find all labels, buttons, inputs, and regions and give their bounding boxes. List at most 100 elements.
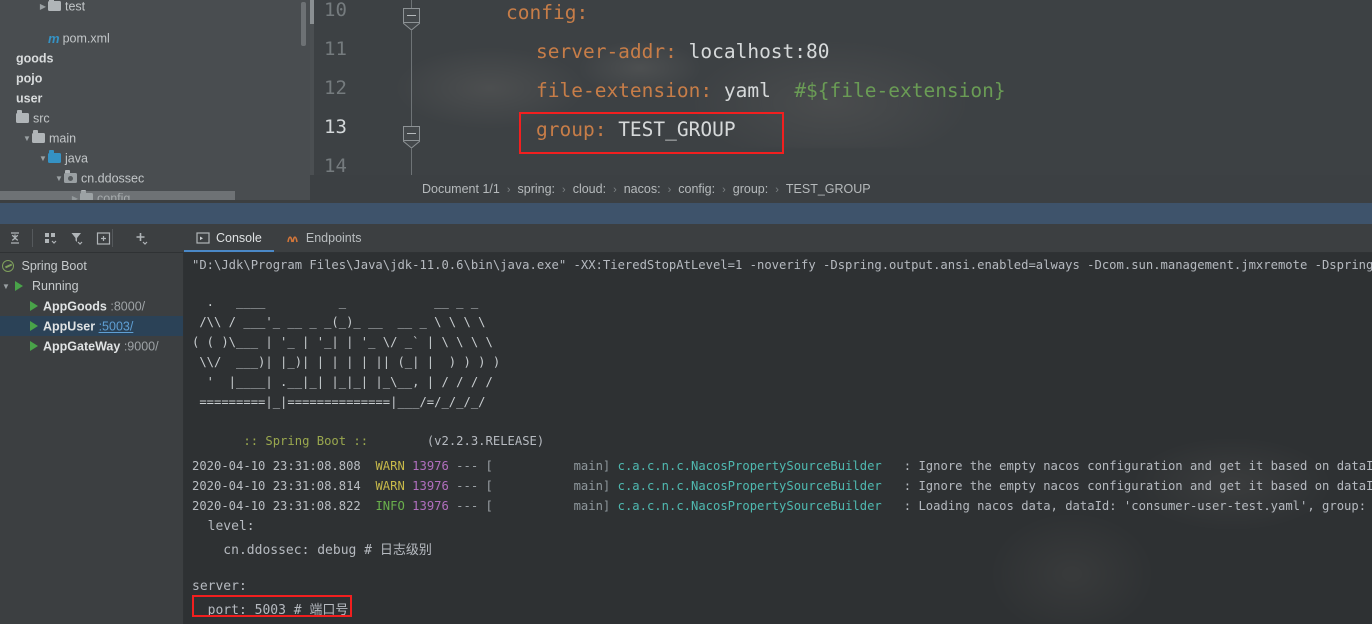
code-text: server-addr: localhost:80 bbox=[536, 40, 830, 63]
tree-item-label: test bbox=[65, 0, 86, 14]
code-line-13[interactable]: 13 group: TEST_GROUP bbox=[310, 116, 1372, 155]
tab-label: Console bbox=[216, 231, 262, 245]
tree-item-goods[interactable]: goods bbox=[6, 48, 54, 68]
group-by-icon[interactable] bbox=[38, 225, 64, 251]
chevron-down-icon[interactable]: ▼ bbox=[22, 129, 32, 149]
console-banner-footer: :: Spring Boot :: (v2.2.3.RELEASE) bbox=[192, 420, 544, 462]
services-tree[interactable]: Spring Boot ▼ Running AppGoods :8000/App… bbox=[0, 253, 183, 624]
code-line-11[interactable]: 11 server-addr: localhost:80 bbox=[310, 38, 1372, 77]
tree-item-label: main bbox=[49, 131, 77, 146]
breadcrumb-item[interactable]: nacos: bbox=[624, 182, 661, 196]
spring-boot-icon bbox=[2, 259, 14, 272]
console-background-watermark bbox=[952, 424, 1372, 624]
msg: : Ignore the empty nacos configuration a… bbox=[881, 459, 1372, 473]
yaml-output-line: server: bbox=[192, 579, 247, 594]
code-token: : bbox=[700, 79, 724, 102]
tree-item-label: pom.xml bbox=[62, 31, 110, 46]
chevron-down-icon[interactable]: ▼ bbox=[38, 149, 48, 169]
tree-item-pojo[interactable]: pojo bbox=[6, 68, 42, 88]
breadcrumb-item[interactable]: TEST_GROUP bbox=[786, 182, 871, 196]
project-tree-scrollbar[interactable] bbox=[301, 2, 306, 46]
breadcrumb[interactable]: Document 1/1 › spring: › cloud: › nacos: › confi… bbox=[422, 175, 871, 203]
thread: main] bbox=[492, 499, 611, 513]
dash: --- [ bbox=[448, 499, 493, 513]
highlight-box-port bbox=[192, 595, 352, 617]
line-number: 10 bbox=[324, 0, 347, 21]
tree-item-java[interactable]: ▼ java bbox=[38, 148, 88, 168]
tree-item-src[interactable]: src bbox=[6, 108, 50, 128]
tree-item-label: user bbox=[16, 91, 43, 106]
service-port-link: :9000/ bbox=[123, 339, 159, 354]
code-token: localhost:80 bbox=[688, 40, 830, 63]
banner-line: \\/ ___)| |_)| | | | | || (_| | ) ) ) ) bbox=[192, 355, 501, 369]
filter-icon[interactable] bbox=[64, 225, 90, 251]
breadcrumb-item[interactable]: config: bbox=[678, 182, 715, 196]
run-icon bbox=[30, 320, 38, 331]
thread: main] bbox=[492, 459, 611, 473]
services-root-label: Spring Boot bbox=[21, 259, 87, 273]
code-token: #${file-extension} bbox=[794, 79, 1006, 102]
services-group-running[interactable]: ▼ Running bbox=[0, 276, 183, 296]
level: WARN bbox=[375, 479, 405, 493]
service-name: AppUser bbox=[43, 319, 96, 334]
tab-label: Endpoints bbox=[305, 231, 362, 245]
date: 2020-04-10 23:31:08.814 bbox=[192, 479, 361, 493]
breadcrumb-bar[interactable]: Document 1/1 › spring: › cloud: › nacos: › confi… bbox=[310, 175, 1372, 203]
tree-item-main[interactable]: ▼ main bbox=[22, 128, 76, 148]
expand-collapse-icon[interactable] bbox=[2, 225, 28, 251]
chevron-right-icon[interactable]: ▶ bbox=[38, 0, 48, 17]
project-tree-panel[interactable]: ▶ test m pom.xml goods pojo user src ▼ main ▼ java ▼… bbox=[0, 0, 310, 200]
service-item-appgateway[interactable]: AppGateWay :9000/ bbox=[0, 336, 183, 356]
service-item-appuser[interactable]: AppUser :5003/ bbox=[0, 316, 183, 336]
tab-endpoints[interactable]: Endpoints bbox=[274, 224, 374, 252]
console-output[interactable]: "D:\Jdk\Program Files\Java\jdk-11.0.6\bi… bbox=[184, 253, 1372, 624]
tree-selection-fade bbox=[0, 191, 235, 200]
code-token: : bbox=[665, 40, 689, 63]
tree-item-user[interactable]: user bbox=[6, 88, 42, 108]
endpoints-icon bbox=[286, 231, 300, 245]
chevron-right-icon: › bbox=[613, 184, 617, 196]
add-icon[interactable] bbox=[128, 225, 154, 251]
breadcrumb-item[interactable]: cloud: bbox=[573, 182, 606, 196]
tree-item-cn-ddossec[interactable]: ▼ cn.ddossec bbox=[54, 168, 144, 188]
banner-line: =========|_|==============|___/=/_/_/_/ bbox=[192, 395, 486, 409]
service-port-link[interactable]: :5003/ bbox=[99, 320, 134, 334]
spring-boot-version: (v2.2.3.RELEASE) bbox=[375, 434, 545, 448]
log-line: 2020-04-10 23:31:08.814 WARN 13976 --- [… bbox=[192, 479, 1372, 493]
services-root-springboot[interactable]: Spring Boot bbox=[0, 256, 183, 276]
code-line-12[interactable]: 12 file-extension: yaml #${file-extension… bbox=[310, 77, 1372, 116]
tree-item-label: goods bbox=[16, 51, 54, 66]
msg: : Ignore the empty nacos configuration a… bbox=[881, 479, 1372, 493]
breadcrumb-item[interactable]: Document 1/1 bbox=[422, 182, 500, 196]
line-number: 12 bbox=[324, 77, 347, 99]
breadcrumb-item[interactable]: group: bbox=[733, 182, 768, 196]
window-divider-band bbox=[0, 203, 1372, 224]
tree-item-pom-xml[interactable]: m pom.xml bbox=[38, 28, 110, 48]
msg: : Loading nacos data, dataId: 'consumer-… bbox=[881, 499, 1372, 513]
service-port-link: :8000/ bbox=[110, 299, 146, 314]
chevron-right-icon: › bbox=[667, 184, 672, 196]
toolbar-left-group bbox=[2, 224, 154, 252]
yaml-output-line: cn.ddossec: debug # 日志级别 bbox=[192, 543, 432, 558]
service-name: AppGateWay bbox=[43, 339, 121, 354]
log-line: 2020-04-10 23:31:08.808 WARN 13976 --- [… bbox=[192, 459, 1372, 473]
code-line-14[interactable]: 14 bbox=[310, 155, 1372, 175]
tab-console[interactable]: Console bbox=[184, 224, 274, 252]
tree-item-test[interactable]: ▶ test bbox=[38, 0, 85, 16]
editor-area: ▶ test m pom.xml goods pojo user src ▼ main ▼ java ▼… bbox=[0, 0, 1372, 203]
logger: c.a.c.n.c.NacosPropertySourceBuilder bbox=[610, 459, 882, 473]
line-number: 13 bbox=[324, 116, 347, 138]
console-command-line: "D:\Jdk\Program Files\Java\jdk-11.0.6\bi… bbox=[192, 258, 1372, 272]
code-line-10[interactable]: 10 config: bbox=[310, 0, 1372, 38]
banner-line: /\\ / ___'_ __ _ _(_)_ __ __ _ \ \ \ \ bbox=[192, 315, 486, 329]
run-panel-tabs[interactable]: Console Endpoints bbox=[184, 224, 373, 252]
chevron-right-icon: › bbox=[722, 184, 726, 196]
chevron-right-icon: › bbox=[506, 184, 511, 196]
run-icon bbox=[30, 300, 38, 311]
breadcrumb-item[interactable]: spring: bbox=[518, 182, 556, 196]
level: WARN bbox=[375, 459, 405, 473]
chevron-down-icon[interactable]: ▼ bbox=[54, 169, 64, 189]
chevron-down-icon[interactable]: ▼ bbox=[0, 277, 12, 297]
service-item-appgoods[interactable]: AppGoods :8000/ bbox=[0, 296, 183, 316]
code-editor[interactable]: 10 config: 11 server-addr: localhost:80 12 fi… bbox=[310, 0, 1372, 175]
